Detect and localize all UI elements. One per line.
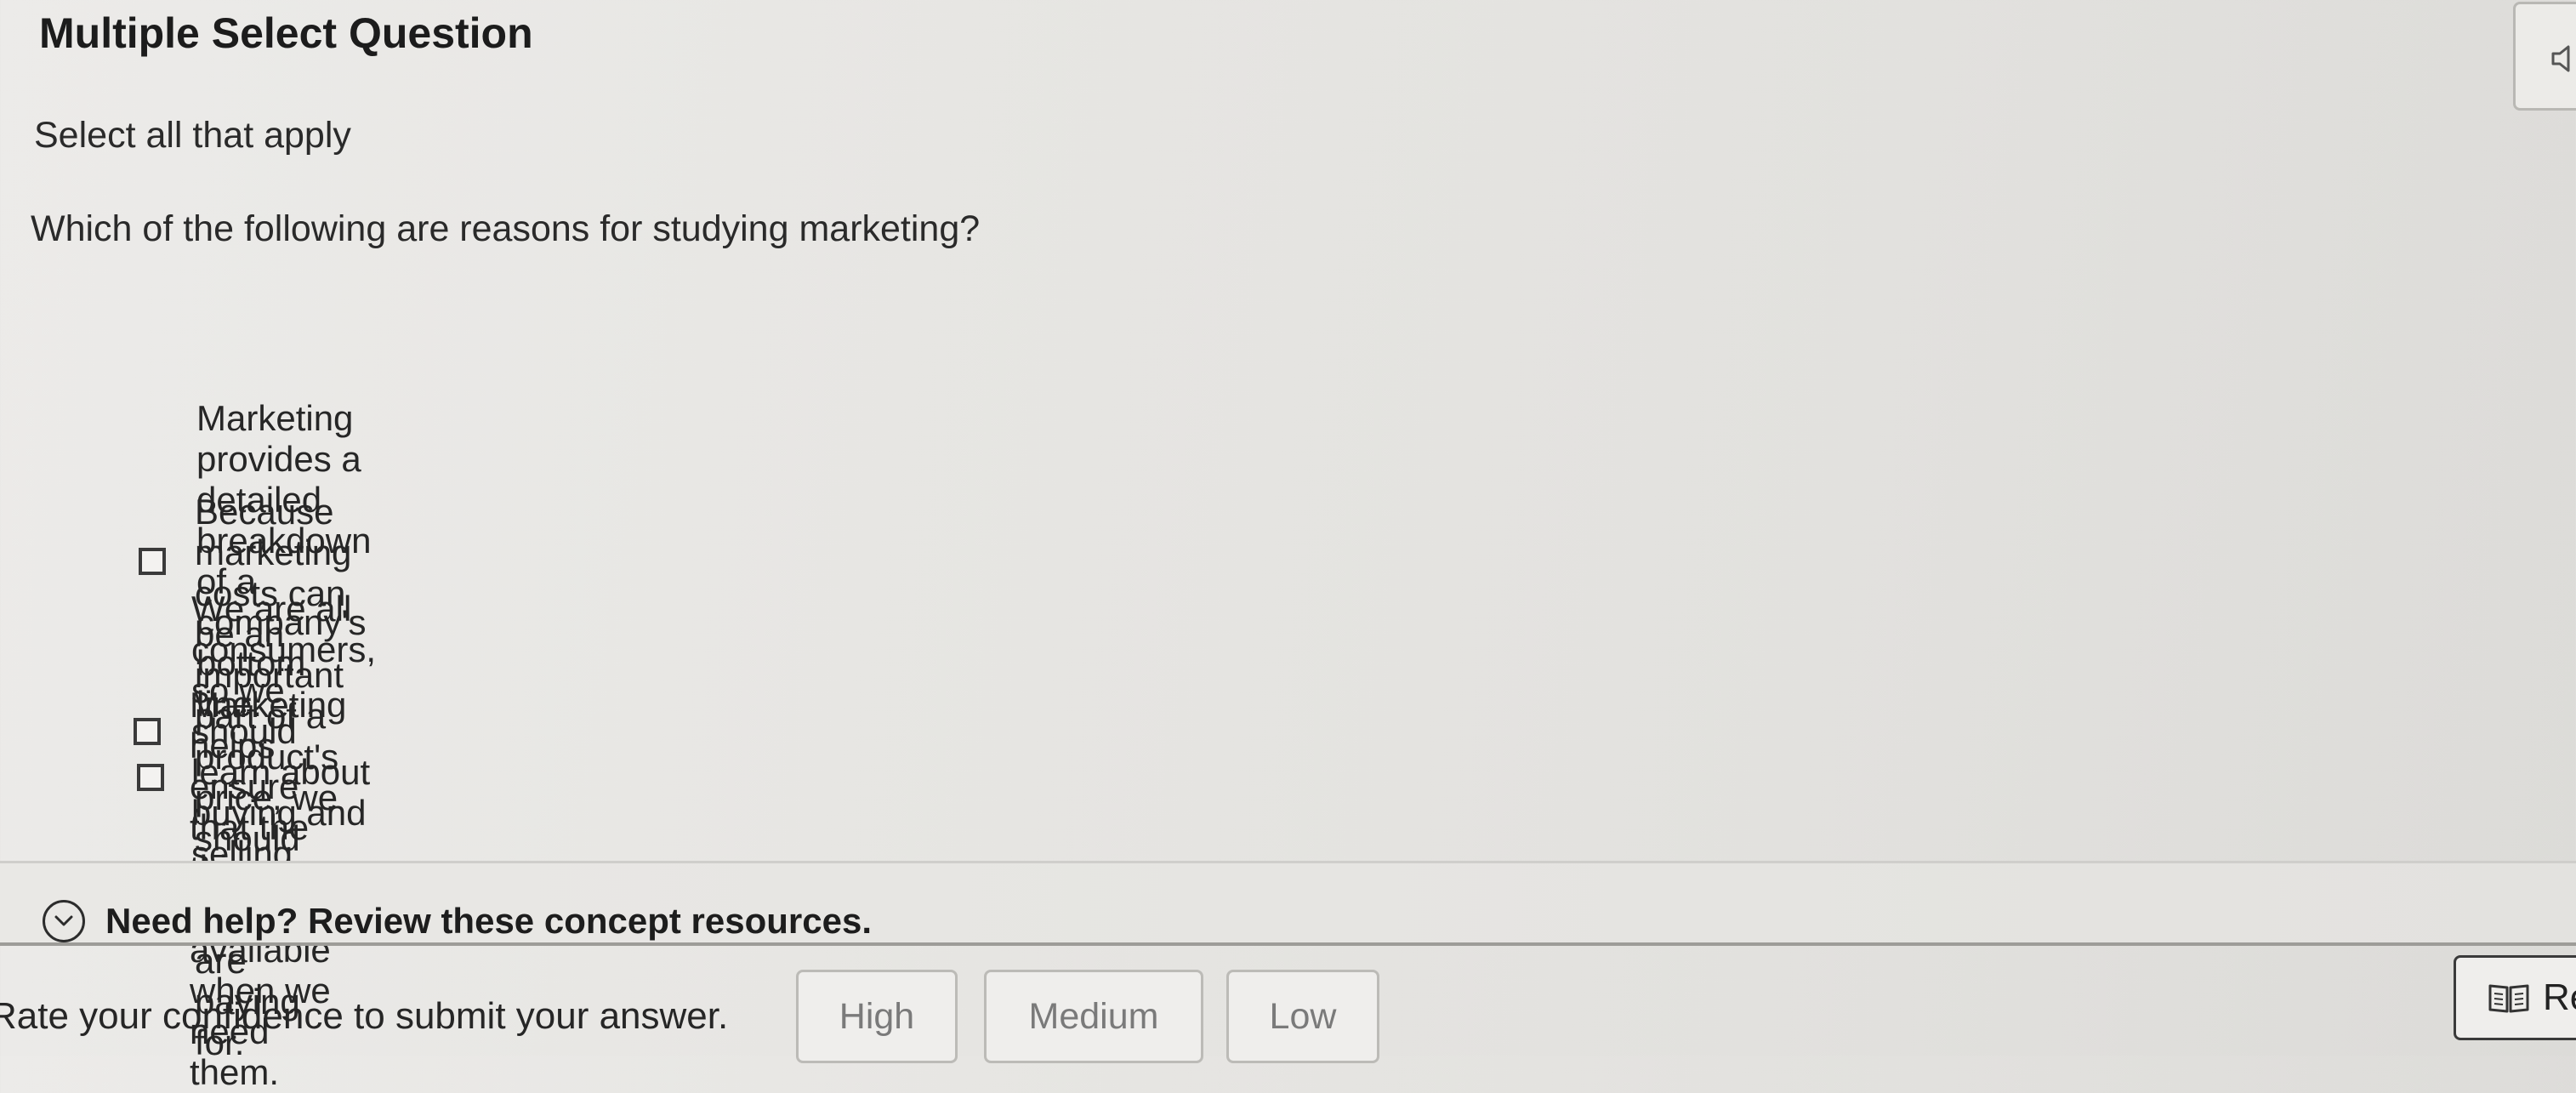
instruction-text: Select all that apply — [34, 115, 351, 156]
audio-button[interactable] — [2513, 2, 2576, 111]
chevron-down-icon — [43, 900, 85, 942]
need-help-toggle[interactable]: Need help? Review these concept resource… — [43, 900, 872, 942]
need-help-label: Need help? Review these concept resource… — [105, 901, 872, 941]
book-icon — [2488, 984, 2529, 1013]
confidence-low-button[interactable]: Low — [1226, 970, 1379, 1063]
confidence-medium-button[interactable]: Medium — [984, 970, 1203, 1063]
question-type-title: Multiple Select Question — [39, 9, 533, 57]
confidence-high-button[interactable]: High — [796, 970, 958, 1063]
reader-button[interactable]: Re — [2454, 955, 2576, 1040]
speaker-icon — [2551, 45, 2570, 72]
reader-button-label: Re — [2543, 976, 2576, 1018]
confidence-prompt: Rate your confidence to submit your answ… — [0, 995, 729, 1037]
question-page: Multiple Select Question Select all that… — [0, 0, 2576, 1092]
question-prompt: Which of the following are reasons for s… — [31, 208, 981, 249]
footer-divider — [0, 942, 2576, 946]
